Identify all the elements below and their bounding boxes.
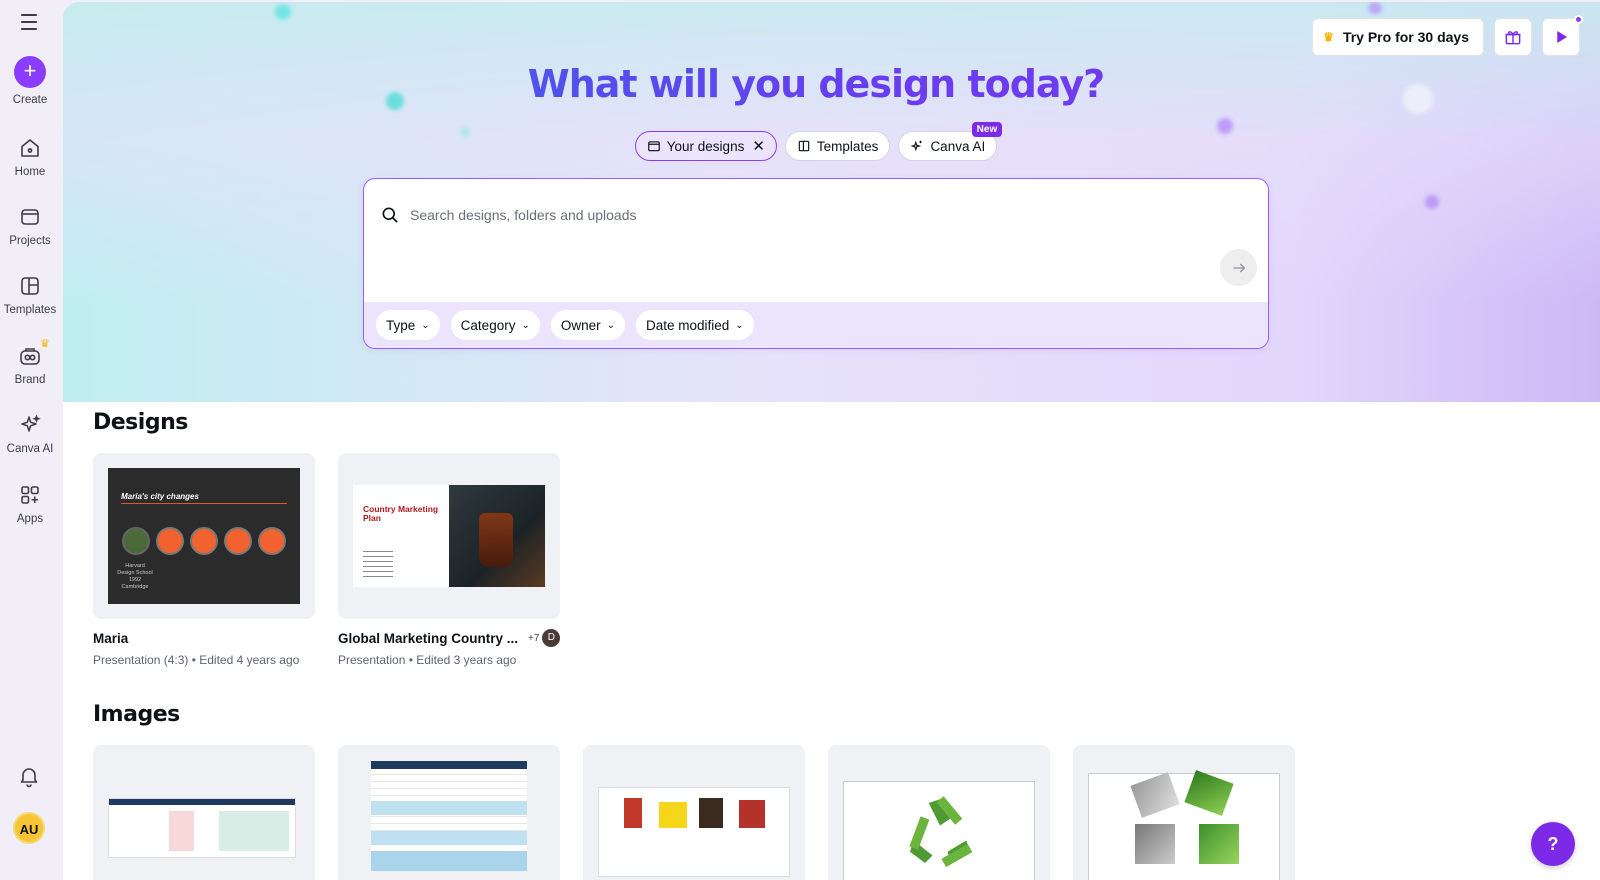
image-thumbnail bbox=[598, 787, 790, 877]
design-meta: Presentation • Edited 3 years ago bbox=[338, 653, 517, 667]
filter-owner[interactable]: Owner ⌄ bbox=[550, 310, 625, 340]
tab-label: Templates bbox=[816, 138, 879, 154]
close-icon[interactable]: ✕ bbox=[752, 137, 765, 155]
design-card-maria[interactable]: Maria's city changes Harvard Design Scho… bbox=[93, 453, 315, 619]
sidebar-item-apps[interactable]: Apps bbox=[0, 483, 60, 525]
gift-icon bbox=[1505, 31, 1521, 45]
gift-button[interactable] bbox=[1494, 18, 1532, 56]
image-thumbnail bbox=[108, 798, 296, 858]
sidebar-item-label: Projects bbox=[9, 235, 51, 247]
top-actions: ♛ Try Pro for 30 days bbox=[1312, 15, 1583, 56]
designs-heading: Designs bbox=[93, 410, 188, 435]
templates-icon bbox=[798, 140, 810, 152]
collaborators[interactable]: +7 D bbox=[528, 629, 561, 647]
search-scope-tabs: Your designs ✕ Templates Canva AI New bbox=[63, 122, 1569, 161]
filter-date-modified[interactable]: Date modified ⌄ bbox=[636, 310, 754, 340]
image-card[interactable] bbox=[338, 745, 560, 880]
thumbnail-caption: Harvard Design School 1992 Cambridge bbox=[117, 563, 153, 590]
sidebar-item-label: Home bbox=[14, 166, 46, 178]
recycle-icon bbox=[909, 796, 973, 868]
design-thumbnail: Country Marketing Plan bbox=[353, 485, 545, 587]
sidebar-item-home[interactable]: Home bbox=[0, 136, 60, 178]
folder-icon bbox=[647, 141, 660, 152]
crown-icon: ♛ bbox=[1323, 30, 1334, 44]
thumbnail-title: Maria's city changes bbox=[121, 492, 199, 501]
design-name[interactable]: Maria bbox=[93, 631, 128, 646]
play-button[interactable] bbox=[1542, 15, 1583, 56]
tab-canva-ai[interactable]: Canva AI New bbox=[898, 122, 1003, 161]
sidebar-item-brand[interactable]: Brand bbox=[0, 344, 60, 386]
sidebar-item-create[interactable]: + Create bbox=[0, 56, 60, 106]
thumbnail-title: Country Marketing Plan bbox=[363, 504, 439, 523]
image-card[interactable] bbox=[1073, 745, 1295, 880]
sidebar-item-templates[interactable]: Templates bbox=[0, 274, 60, 316]
chevron-down-icon: ⌄ bbox=[421, 319, 430, 331]
apps-icon bbox=[21, 486, 39, 504]
chevron-down-icon: ⌄ bbox=[606, 319, 615, 331]
main-panel: What will you design today? ♛ Try Pro fo… bbox=[63, 2, 1600, 880]
sparkle-icon bbox=[910, 140, 923, 152]
filter-label: Category bbox=[460, 317, 516, 333]
plus-icon: + bbox=[14, 56, 46, 88]
chevron-down-icon: ⌄ bbox=[735, 319, 744, 331]
filter-type[interactable]: Type ⌄ bbox=[376, 310, 440, 340]
sidebar-item-label: Brand bbox=[14, 374, 46, 386]
submit-search-button[interactable] bbox=[1220, 249, 1257, 286]
design-thumbnail: Maria's city changes Harvard Design Scho… bbox=[108, 468, 300, 604]
bell-icon[interactable] bbox=[17, 764, 41, 788]
crown-icon: ♛ bbox=[40, 338, 50, 350]
sidebar-item-canva-ai[interactable]: Canva AI bbox=[0, 413, 60, 455]
search-icon bbox=[382, 207, 398, 223]
notification-dot bbox=[1574, 15, 1583, 24]
avatar: D bbox=[542, 629, 561, 647]
page-title: What will you design today? bbox=[63, 62, 1569, 106]
image-thumbnail bbox=[371, 761, 527, 871]
filter-category[interactable]: Category ⌄ bbox=[450, 310, 540, 340]
filter-label: Type bbox=[386, 317, 416, 333]
avatar[interactable]: AU bbox=[13, 812, 45, 844]
arrow-right-icon bbox=[1233, 263, 1245, 272]
tab-your-designs[interactable]: Your designs ✕ bbox=[634, 131, 777, 161]
image-card[interactable] bbox=[93, 745, 315, 880]
collaborator-count: +7 bbox=[528, 632, 540, 644]
sidebar-item-label: Templates bbox=[3, 304, 57, 316]
image-card[interactable] bbox=[828, 745, 1050, 880]
design-card-global-marketing[interactable]: Country Marketing Plan bbox=[338, 453, 560, 619]
play-icon bbox=[1557, 31, 1567, 43]
filter-bar: Type ⌄ Category ⌄ Owner ⌄ Date modified ⌄ bbox=[364, 302, 1268, 348]
search-box: Type ⌄ Category ⌄ Owner ⌄ Date modified ⌄ bbox=[363, 178, 1269, 349]
filter-label: Owner bbox=[560, 317, 601, 333]
image-thumbnail bbox=[843, 781, 1035, 880]
sparkle-icon bbox=[21, 414, 41, 432]
templates-icon bbox=[21, 277, 39, 295]
sidebar-item-label: Canva AI bbox=[6, 443, 54, 455]
tab-label: Your designs bbox=[666, 138, 745, 154]
tab-label: Canva AI bbox=[930, 138, 986, 154]
tab-templates[interactable]: Templates bbox=[784, 131, 891, 161]
brand-icon bbox=[20, 348, 40, 365]
sidebar-item-label: Apps bbox=[16, 513, 44, 525]
sidebar-item-projects[interactable]: Projects bbox=[0, 205, 60, 247]
sidebar: + Create Home Projects Templates Brand ♛… bbox=[0, 0, 63, 880]
sidebar-item-label: Create bbox=[12, 94, 48, 106]
design-name[interactable]: Global Marketing Country ... bbox=[338, 631, 518, 646]
help-button[interactable]: ? bbox=[1531, 822, 1575, 866]
menu-icon[interactable] bbox=[17, 12, 41, 32]
try-pro-label: Try Pro for 30 days bbox=[1342, 29, 1469, 45]
search-input[interactable] bbox=[410, 207, 1170, 223]
folder-icon bbox=[21, 209, 39, 225]
image-card[interactable] bbox=[583, 745, 805, 880]
home-icon bbox=[21, 139, 39, 157]
chevron-down-icon: ⌄ bbox=[521, 319, 530, 331]
image-thumbnail bbox=[1088, 770, 1280, 880]
try-pro-button[interactable]: ♛ Try Pro for 30 days bbox=[1312, 18, 1484, 56]
filter-label: Date modified bbox=[646, 317, 730, 333]
new-badge: New bbox=[971, 122, 1003, 137]
images-heading: Images bbox=[93, 702, 180, 727]
design-meta: Presentation (4:3) • Edited 4 years ago bbox=[93, 653, 300, 667]
